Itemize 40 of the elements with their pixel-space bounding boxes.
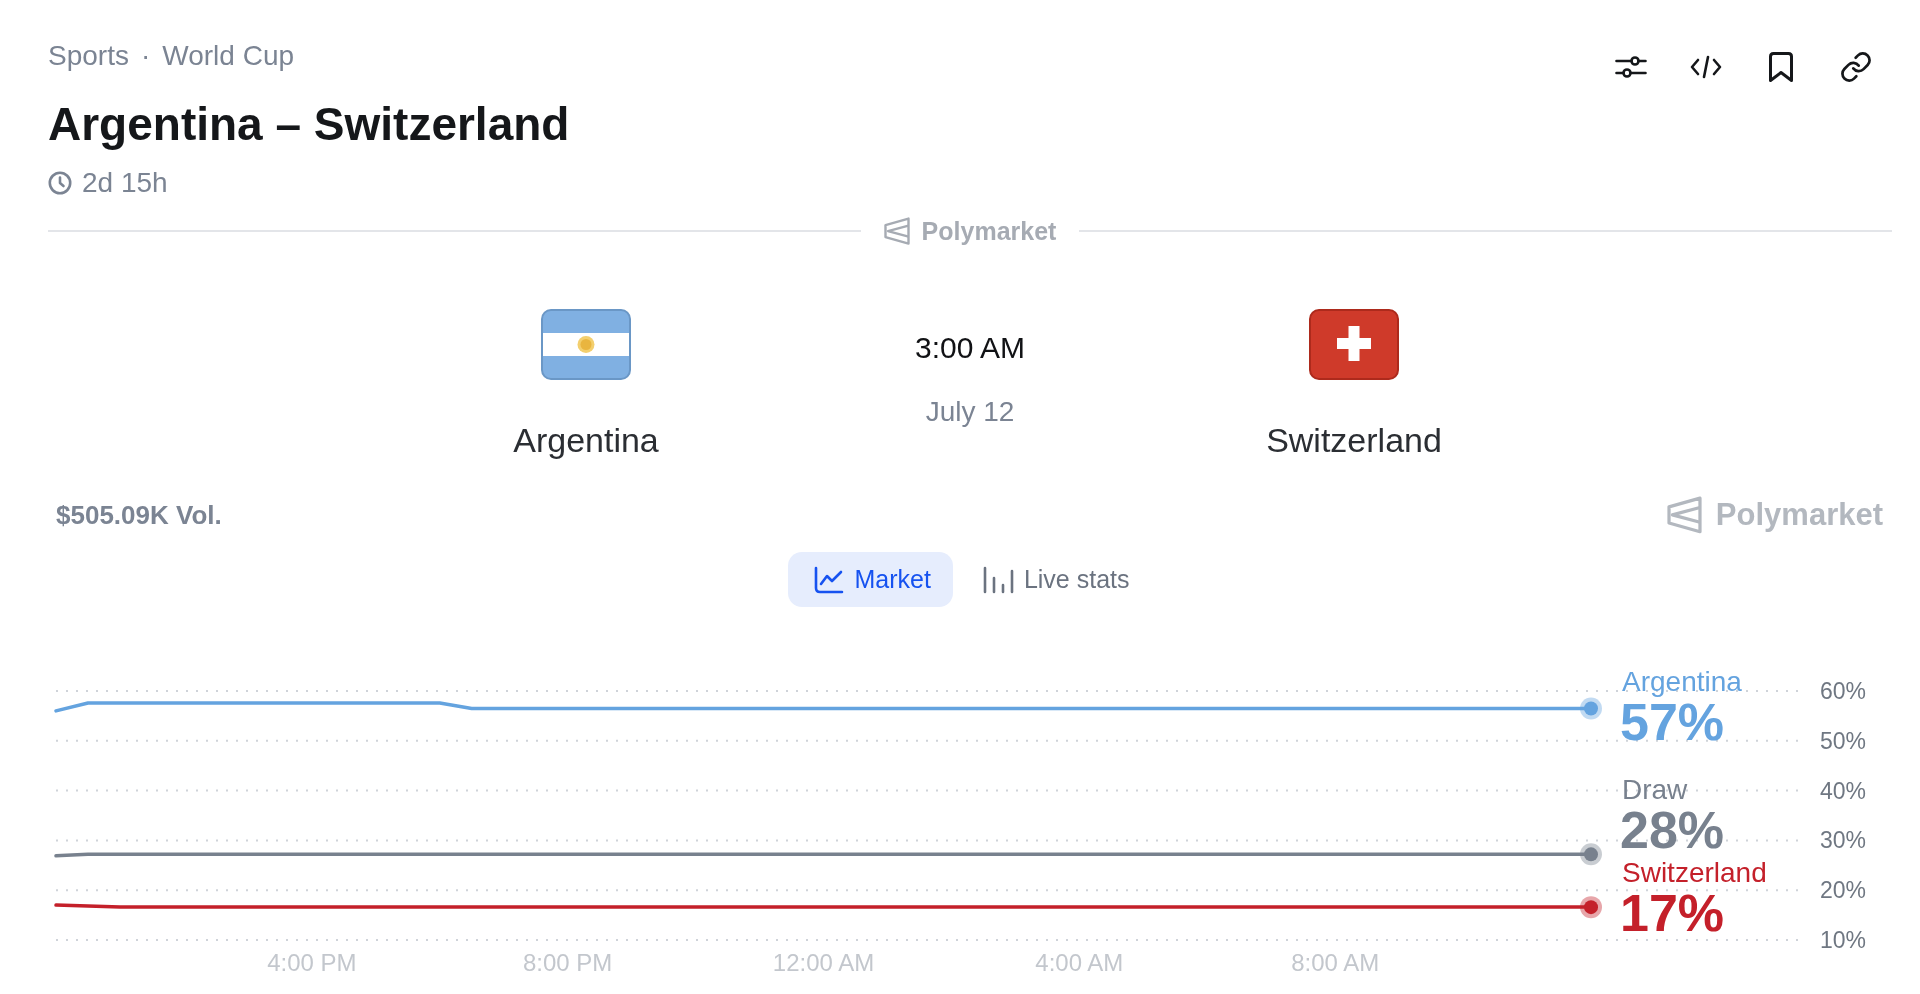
axis-label: 8:00 AM	[1291, 949, 1380, 976]
team-name: Argentina	[513, 420, 659, 460]
axis-label: 12:00 AM	[772, 949, 875, 976]
axis-label: 10%	[1820, 927, 1867, 953]
clock-icon	[48, 171, 72, 195]
series-label: Argentina	[1622, 666, 1742, 698]
match-time: 3:00 AM	[914, 330, 1026, 366]
brand-label: Polymarket	[1715, 497, 1883, 533]
source-label: Polymarket	[921, 216, 1057, 246]
breadcrumb-link[interactable]: Sports	[48, 40, 129, 72]
match-date: July 12	[925, 395, 1015, 429]
tab[interactable]: Market	[788, 552, 953, 607]
breadcrumb-link[interactable]: World Cup	[162, 40, 295, 72]
axis-label: 20%	[1820, 877, 1867, 904]
axis-label: 40%	[1820, 777, 1867, 804]
axis-label: 30%	[1820, 827, 1867, 854]
axis-label: 4:00 AM	[1035, 949, 1124, 976]
axis-label: 50%	[1820, 727, 1867, 754]
breadcrumb-separator: ·	[140, 40, 151, 72]
argentina-flag-icon	[541, 309, 631, 380]
line-chart-icon	[814, 565, 845, 594]
volume-label: $505.09K Vol.	[56, 499, 222, 531]
swiss-flag-icon	[1309, 309, 1399, 380]
logo-icon	[883, 216, 910, 246]
axis-label: 8:00 PM	[522, 949, 613, 976]
tab[interactable]: Live stats	[956, 552, 1152, 607]
team-name: Switzerland	[1266, 420, 1442, 460]
bar-chart-icon	[982, 565, 1014, 594]
logo-icon	[1666, 496, 1702, 534]
sliders-icon	[1615, 55, 1647, 79]
axis-label: 60%	[1820, 678, 1867, 704]
countdown-text: 2d 15h	[82, 168, 168, 198]
code-icon	[1690, 55, 1722, 79]
endpoint-dot-icon	[1580, 896, 1602, 919]
link-icon	[1841, 52, 1871, 82]
endpoint-dot-icon	[1580, 843, 1602, 866]
page-title: Argentina – Switzerland	[48, 97, 570, 151]
bookmark-icon	[1769, 52, 1793, 82]
axis-label: 4:00 PM	[267, 949, 357, 976]
endpoint-dot-icon	[1580, 697, 1602, 720]
